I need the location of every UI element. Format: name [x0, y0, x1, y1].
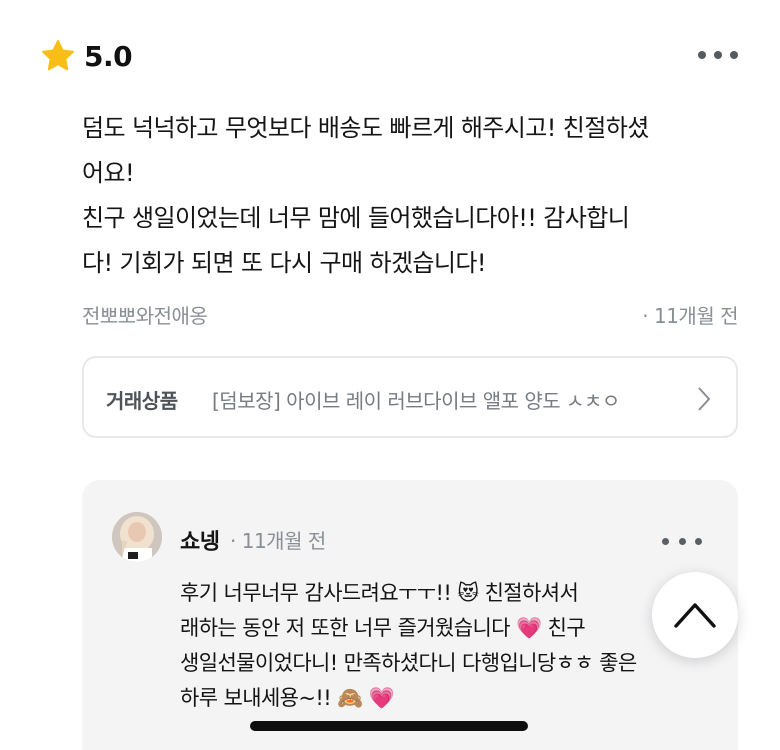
- more-dot-icon: [714, 51, 722, 59]
- more-options-button[interactable]: [698, 45, 738, 65]
- seller-reply-card: 쇼넹 · 11개월 전 후기 너무너무 감사드려요ㅜㅜ!! 😻 친절하셔서 래하…: [82, 480, 738, 750]
- reply-text: 후기 너무너무 감사드려요ㅜㅜ!! 😻 친절하셔서 래하는 동안 저 또한 너무…: [180, 576, 700, 716]
- more-dot-icon: [698, 51, 706, 59]
- review-time: · 11개월 전: [642, 304, 738, 328]
- seller-name[interactable]: 쇼넹: [180, 524, 220, 556]
- reply-text-line: 생일선물이었다니! 만족하셨다니 다행입니당ㅎㅎ 좋은: [180, 651, 637, 675]
- chevron-right-icon: [698, 387, 711, 411]
- avatar[interactable]: [112, 512, 162, 562]
- rating-value: 5.0: [84, 39, 133, 73]
- reply-text-line: 하루 보내세용~!! 🙈 💗: [180, 686, 395, 710]
- more-dot-icon: [678, 537, 686, 545]
- rating-row: 5.0: [40, 36, 133, 76]
- review-text: 덤도 넉넉하고 무엇보다 배송도 빠르게 해주시고! 친절하셨 어요! 친구 생…: [82, 106, 742, 286]
- reply-time: · 11개월 전: [230, 529, 326, 553]
- more-dot-icon: [662, 537, 669, 545]
- review-text-line: 어요!: [82, 159, 135, 187]
- reply-text-line: 래하는 동안 저 또한 너무 즐거웠습니다 💗 친구: [180, 616, 586, 640]
- more-dot-icon: [695, 537, 702, 545]
- reviewer-name[interactable]: 전뽀뽀와전애옹: [82, 300, 208, 329]
- review-text-line: 친구 생일이었는데 너무 맘에 들어했습니다아!! 감사합니: [82, 204, 630, 232]
- review-text-line: 다! 기회가 되면 또 다시 구매 하겠습니다!: [82, 249, 487, 277]
- traded-product-link[interactable]: 거래상품 [덤보장] 아이브 레이 러브다이브 앨포 양도 ㅅㅊㅇ: [82, 356, 738, 438]
- scroll-to-top-button[interactable]: [652, 572, 738, 658]
- product-label: 거래상품: [106, 389, 178, 413]
- review-text-line: 덤도 넉넉하고 무엇보다 배송도 빠르게 해주시고! 친절하셨: [82, 114, 649, 142]
- home-indicator: [250, 721, 528, 731]
- chevron-up-icon: [674, 603, 716, 628]
- star-icon: [42, 39, 74, 71]
- avatar-image: [112, 512, 162, 562]
- reply-text-line: 후기 너무너무 감사드려요ㅜㅜ!! 😻 친절하셔서: [180, 581, 579, 605]
- product-title: [덤보장] 아이브 레이 러브다이브 앨포 양도 ㅅㅊㅇ: [212, 389, 620, 413]
- more-dot-icon: [730, 51, 738, 59]
- reply-more-options-button[interactable]: [662, 534, 702, 548]
- review-meta: 전뽀뽀와전애옹 · 11개월 전: [82, 296, 738, 332]
- review-detail-screen: 5.0 덤도 넉넉하고 무엇보다 배송도 빠르게 해주시고! 친절하셨 어요! …: [0, 0, 780, 750]
